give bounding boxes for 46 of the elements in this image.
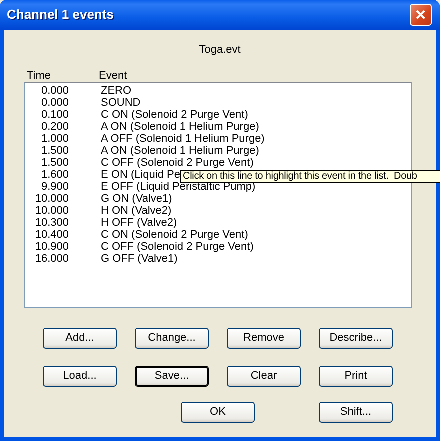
dialog-button[interactable]: Describe... — [319, 328, 393, 349]
column-header: Time — [26, 69, 52, 81]
event-time: 1.000 — [40, 133, 69, 145]
event-time: 1.600 — [40, 169, 69, 181]
dialog-button[interactable]: Load... — [43, 366, 117, 387]
dialog-button[interactable]: Clear — [227, 366, 301, 387]
event-name: C ON (Solenoid 2 Purge Vent) — [101, 109, 248, 121]
event-name: H OFF (Valve2) — [101, 217, 178, 229]
event-name: G ON (Valve1) — [101, 193, 172, 205]
event-name: C OFF (Solenoid 2 Purge Vent) — [101, 157, 254, 169]
event-name: G OFF (Valve1) — [101, 253, 178, 265]
event-name: SOUND — [101, 97, 141, 109]
event-name: C OFF (Solenoid 2 Purge Vent) — [101, 241, 254, 253]
dialog-button[interactable]: Add... — [43, 328, 117, 349]
event-time: 0.100 — [40, 109, 69, 121]
dialog-button[interactable]: Print — [319, 366, 393, 387]
event-name: H ON (Valve2) — [101, 205, 172, 217]
event-time: 1.500 — [40, 157, 69, 169]
column-header: Event — [99, 69, 128, 81]
event-name: E ON (Liquid Pe — [101, 169, 180, 181]
tooltip: Click on this line to highlight this event in the list. Doub — [180, 170, 440, 183]
event-time: 10.400 — [34, 229, 69, 241]
event-name: E OFF (Liquid Peristaltic Pump) — [101, 181, 256, 193]
event-time: 10.300 — [34, 217, 69, 229]
event-time: 10.000 — [34, 205, 69, 217]
event-time: 10.000 — [34, 193, 69, 205]
file-name: Toga.evt — [198, 43, 242, 56]
event-time: 9.900 — [40, 181, 69, 193]
dialog-button[interactable]: Shift... — [319, 402, 393, 423]
event-name: ZERO — [101, 85, 132, 97]
event-time: 1.500 — [40, 145, 69, 157]
event-time: 0.000 — [40, 85, 69, 97]
event-time: 16.000 — [34, 253, 69, 265]
dialog-button[interactable]: Save... — [135, 366, 209, 387]
dialog-button[interactable]: Remove — [227, 328, 301, 349]
window-title: Channel 1 events — [7, 6, 114, 24]
dialog-button[interactable]: Change... — [135, 328, 209, 349]
event-name: A ON (Solenoid 1 Helium Purge) — [101, 145, 260, 157]
event-name: A ON (Solenoid 1 Helium Purge) — [101, 121, 260, 133]
close-button[interactable]: ✕ — [410, 4, 432, 26]
event-name: A OFF (Solenoid 1 Helium Purge) — [101, 133, 265, 145]
event-time: 0.000 — [40, 97, 69, 109]
event-name: C ON (Solenoid 2 Purge Vent) — [101, 229, 248, 241]
event-time: 10.900 — [34, 241, 69, 253]
dialog-button[interactable]: OK — [181, 402, 255, 423]
event-time: 0.200 — [40, 121, 69, 133]
